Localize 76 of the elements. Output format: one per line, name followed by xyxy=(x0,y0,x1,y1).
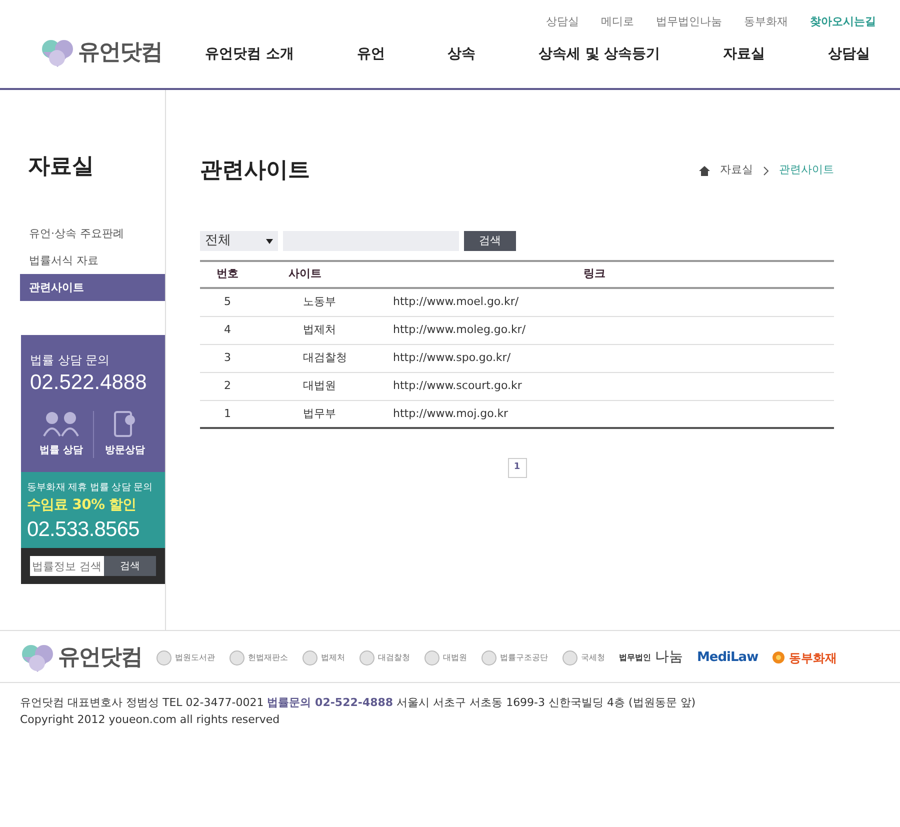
column-header: 사이트 xyxy=(255,261,355,288)
table-cell[interactable]: http://www.scourt.go.kr xyxy=(355,372,834,400)
emblem-icon xyxy=(424,650,440,666)
consult-button[interactable]: 법률 상담 xyxy=(30,410,92,458)
company-info: 유언닷컴 대표변호사 정범성 TEL 02-3477-0021 법률문의 02-522-4888 서울시 서초구 서초동 1699-3 신한국빌딩 4층 (법원동문 앞) xyxy=(20,695,697,711)
sidebar-item[interactable]: 유언·상속 주요판례 xyxy=(20,220,165,248)
page-title: 관련사이트 xyxy=(200,157,310,185)
table-cell: 대법원 xyxy=(255,372,355,400)
main-menu-item[interactable]: 유언 xyxy=(346,44,395,65)
partner-name[interactable]: 법률구조공단 xyxy=(500,652,548,664)
chevron-right-icon xyxy=(763,166,769,176)
caret-icon xyxy=(266,238,273,244)
main-menu-item[interactable]: 상담실 xyxy=(818,44,880,65)
emblem-icon xyxy=(562,650,578,666)
partner-name[interactable]: 법제처 xyxy=(321,652,345,664)
logo-text[interactable]: 유언닷컴 xyxy=(78,36,162,69)
top-link[interactable]: 상담실 xyxy=(546,14,579,30)
phone-number: 02.522.4888 xyxy=(30,370,148,396)
copyright-text: Copyright 2012 youeon.com all rights reserved xyxy=(20,712,281,728)
consult-label: 법률 상담 문의 xyxy=(30,352,111,370)
search-field[interactable]: 법률정보 검색 xyxy=(30,556,104,576)
phone-number: 02.533.8565 xyxy=(27,516,140,543)
top-link[interactable]: 메디로 xyxy=(601,14,634,30)
page-button[interactable]: 1 xyxy=(508,458,526,478)
main-menu-item[interactable]: 상속 xyxy=(438,44,486,65)
phone-chat-icon xyxy=(114,410,136,437)
table-cell: 대검찰청 xyxy=(255,344,355,372)
main-menu-item[interactable]: 상속세 및 상속등기 xyxy=(528,44,670,65)
table-cell: 3 xyxy=(200,344,255,372)
column-header: 번호 xyxy=(200,261,255,288)
emblem-icon xyxy=(481,650,497,666)
column-header: 링크 xyxy=(355,261,834,288)
emblem-icon xyxy=(229,650,245,666)
partner-logo[interactable]: MediLaw xyxy=(697,648,758,668)
heart-logo-icon xyxy=(20,642,54,672)
table-cell[interactable]: http://www.moel.go.kr/ xyxy=(355,288,834,316)
table-cell[interactable]: http://www.moj.go.kr xyxy=(355,400,834,428)
promo-label: 동부화재 제휴 법률 상담 문의 xyxy=(27,480,154,495)
emblem-icon xyxy=(359,650,375,666)
main-menu-item[interactable]: 자료실 xyxy=(713,44,776,65)
sidebar-title: 자료실 xyxy=(28,154,95,180)
table-cell: 1 xyxy=(200,400,255,428)
flower-icon xyxy=(772,651,786,664)
table-cell: 법무부 xyxy=(255,400,355,428)
table-cell: 법제처 xyxy=(255,316,355,344)
main-menu-item[interactable]: 유언닷컴 소개 xyxy=(195,44,304,65)
partner-name[interactable]: 나눔 xyxy=(655,647,683,668)
table-cell: 5 xyxy=(200,288,255,316)
partner-name[interactable]: 법무법인 xyxy=(619,652,651,664)
home-icon xyxy=(699,166,710,176)
table-cell[interactable]: http://www.moleg.go.kr/ xyxy=(355,316,834,344)
partner-name[interactable]: 국세청 xyxy=(581,652,605,664)
partner-name[interactable]: 법원도서관 xyxy=(175,652,215,664)
top-link[interactable]: 법무법인나눔 xyxy=(656,14,722,30)
table-cell[interactable]: http://www.spo.go.kr/ xyxy=(355,344,834,372)
sidebar-item[interactable]: 관련사이트 xyxy=(20,274,165,302)
consult-button[interactable]: 방문상담 xyxy=(92,410,156,458)
table-cell: 4 xyxy=(200,316,255,344)
top-link[interactable]: 동부화재 xyxy=(744,14,788,30)
sidebar-item[interactable]: 법률서식 자료 xyxy=(20,247,165,274)
logo-text: 유언닷컴 xyxy=(58,644,142,672)
partner-name[interactable]: 대법원 xyxy=(443,652,467,664)
category-select[interactable]: 전체 xyxy=(200,231,278,251)
people-icon xyxy=(43,410,80,437)
heart-logo-icon xyxy=(40,38,74,68)
partner-name[interactable]: 대검찰청 xyxy=(378,652,410,664)
search-button[interactable]: 검색 xyxy=(464,231,516,251)
emblem-icon xyxy=(302,650,318,666)
partner-logo[interactable]: 동부화재 xyxy=(789,648,838,666)
table-cell: 2 xyxy=(200,372,255,400)
partner-name[interactable]: 헌법재판소 xyxy=(248,652,288,664)
table-cell: 노동부 xyxy=(255,288,355,316)
discount-text: 수임료 30% 할인 xyxy=(27,496,138,515)
search-button[interactable]: 검색 xyxy=(104,556,156,576)
breadcrumb-item[interactable]: 자료실 xyxy=(720,162,753,179)
emblem-icon xyxy=(156,650,172,666)
